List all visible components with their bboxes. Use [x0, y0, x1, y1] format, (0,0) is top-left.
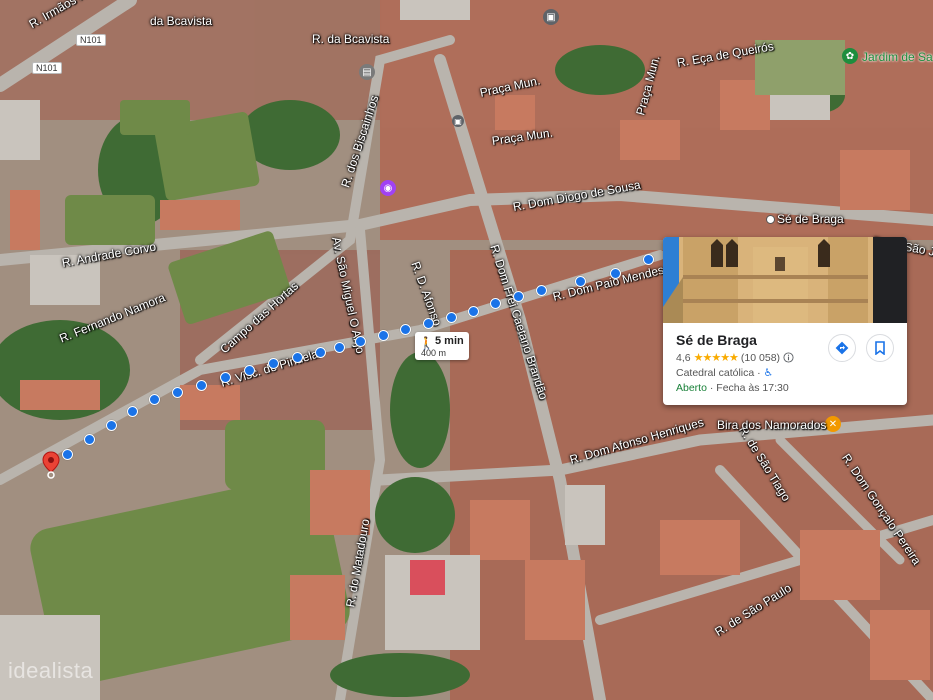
walking-distance: 400 m [421, 348, 447, 358]
location-pin-icon[interactable] [42, 451, 60, 479]
park-icon[interactable]: ✿ [842, 48, 858, 64]
bookmark-icon [875, 341, 885, 355]
route-dot [490, 298, 501, 309]
place-card[interactable]: Sé de Braga 4,6 ★★★★★ (10 058) Catedral … [663, 237, 907, 405]
route-dot [106, 420, 117, 431]
road-shield-n101: N101 [32, 62, 62, 74]
place-type-row: Catedral católica · ♿ [676, 367, 773, 379]
restaurant-icon[interactable]: ✕ [825, 416, 841, 432]
route-dot [446, 312, 457, 323]
route-dot [536, 285, 547, 296]
closing-time: Fecha às 17:30 [716, 382, 789, 394]
museum-icon[interactable]: ▤ [359, 64, 375, 80]
place-rating-row[interactable]: 4,6 ★★★★★ (10 058) [676, 351, 794, 364]
road-shield-n101: N101 [76, 34, 106, 46]
bus-stop-icon[interactable]: ▣ [543, 9, 559, 25]
route-dot [334, 342, 345, 353]
landmark-label-se-braga[interactable]: Sé de Braga [777, 212, 844, 226]
rating-stars: ★★★★★ [693, 351, 739, 364]
poi-label-jardim[interactable]: Jardim de Sa [862, 50, 933, 64]
route-dot [575, 276, 586, 287]
route-dot [355, 336, 366, 347]
wheelchair-icon: ♿ [763, 367, 773, 379]
street-label-bcavista-top: da Bcavista [150, 14, 213, 28]
rating-value: 4,6 [676, 351, 691, 364]
watermark-logo: idealista [8, 658, 94, 683]
directions-icon [835, 341, 849, 355]
route-dot [378, 330, 389, 341]
route-dot [292, 352, 303, 363]
transit-icon[interactable]: ▣ [452, 115, 464, 127]
review-count: (10 058) [740, 351, 781, 364]
open-status: Aberto [676, 382, 707, 394]
route-dot [196, 380, 207, 391]
route-dot [400, 324, 411, 335]
info-icon[interactable] [783, 352, 794, 363]
save-button[interactable] [866, 334, 894, 362]
walking-time: 5 min [435, 335, 464, 347]
landmark-dot[interactable] [766, 215, 775, 224]
map-view[interactable]: N101 N101 R. Irmãos K da Bcavista R. da … [0, 0, 933, 700]
route-dot [610, 268, 621, 279]
place-type: Catedral católica [676, 367, 755, 379]
route-dot [315, 347, 326, 358]
directions-button[interactable] [828, 334, 856, 362]
route-dot [149, 394, 160, 405]
route-dot [268, 358, 279, 369]
route-dot [643, 254, 654, 265]
camera-icon[interactable]: ◉ [380, 180, 396, 196]
street-label-bcavista: R. da Bcavista [312, 32, 390, 46]
place-hours-row: Aberto · Fecha às 17:30 [676, 382, 789, 394]
route-dot [244, 365, 255, 376]
place-photo[interactable] [663, 237, 907, 323]
place-name: Sé de Braga [676, 332, 757, 348]
route-dot [513, 291, 524, 302]
route-dot [423, 318, 434, 329]
route-dot [172, 387, 183, 398]
walking-time-badge[interactable]: 🚶 5 min 400 m [415, 332, 469, 360]
route-dot [468, 306, 479, 317]
route-dot [84, 434, 95, 445]
route-dot [62, 449, 73, 460]
poi-label-bira[interactable]: Bira dos Namorados [717, 418, 826, 432]
route-dot [220, 372, 231, 383]
route-dot [127, 406, 138, 417]
